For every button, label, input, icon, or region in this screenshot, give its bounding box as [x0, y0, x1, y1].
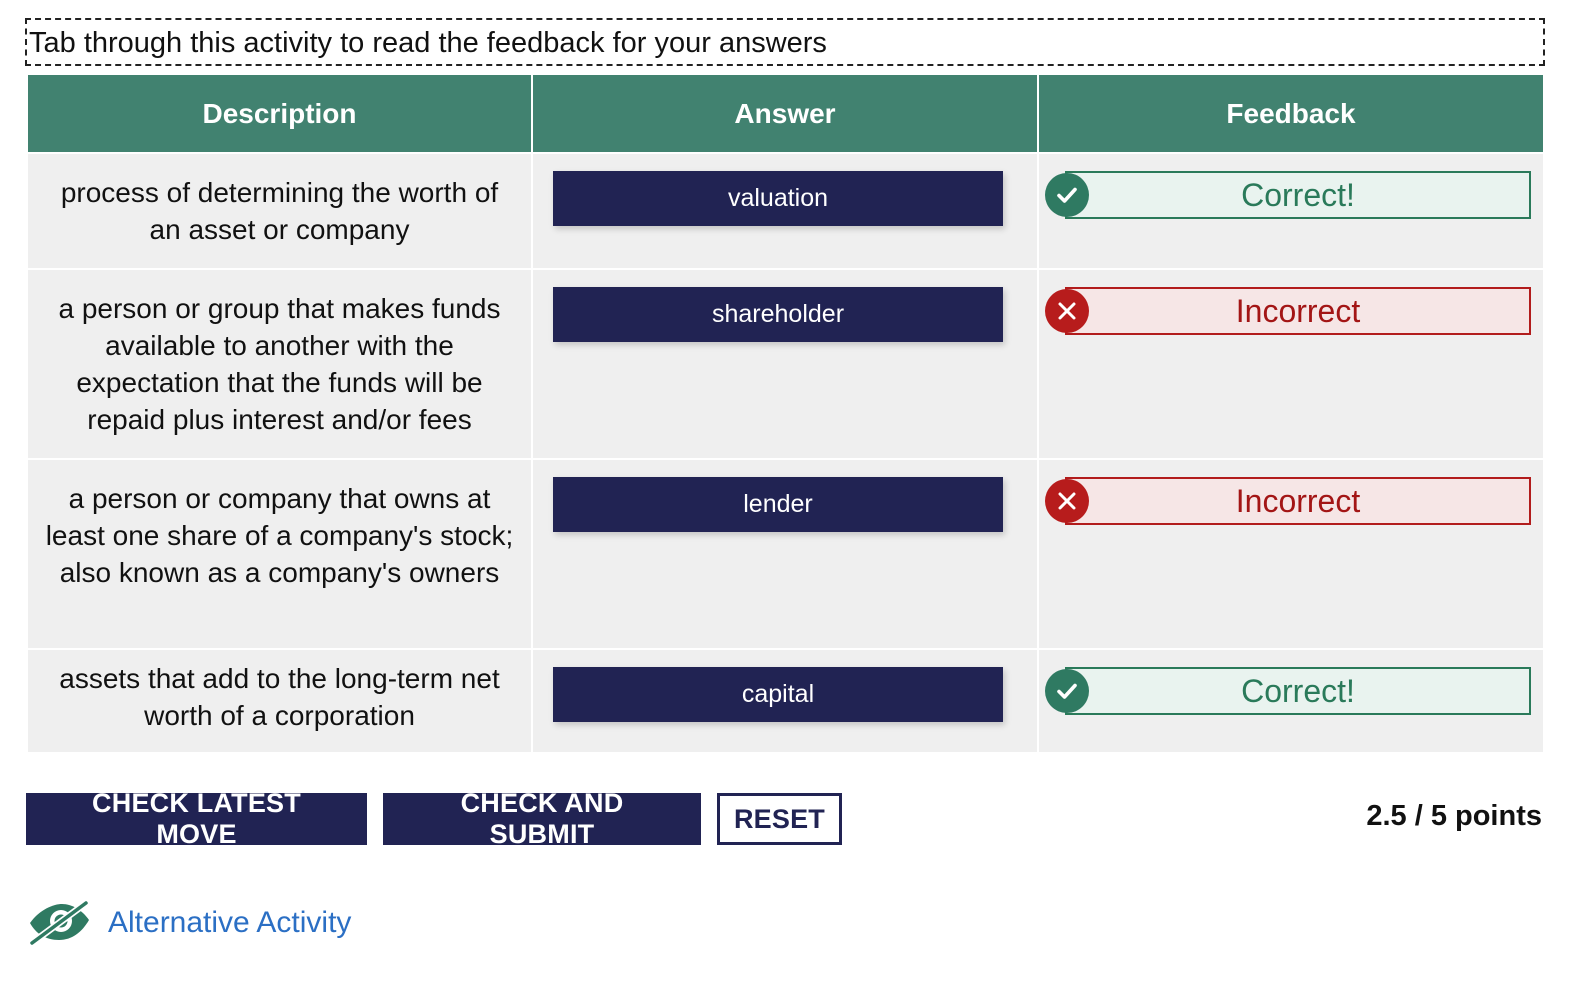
feedback-incorrect: Incorrect [1065, 477, 1531, 525]
answer-cell: shareholder [533, 270, 1037, 458]
header-feedback: Feedback [1039, 75, 1543, 152]
feedback-incorrect: Incorrect [1065, 287, 1531, 335]
check-circle-icon [1045, 173, 1089, 217]
x-circle-icon [1045, 479, 1089, 523]
answer-tile[interactable]: capital [553, 667, 1003, 722]
feedback-cell: Correct! [1039, 154, 1543, 268]
x-circle-icon [1045, 289, 1089, 333]
instructions-banner: Tab through this activity to read the fe… [25, 18, 1545, 66]
reset-button[interactable]: RESET [717, 793, 842, 845]
answer-cell: valuation [533, 154, 1037, 268]
check-circle-icon [1045, 669, 1089, 713]
feedback-correct: Correct! [1065, 667, 1531, 715]
answer-tile[interactable]: shareholder [553, 287, 1003, 342]
description-text: process of determining the worth of an a… [60, 177, 499, 245]
answer-tile[interactable]: valuation [553, 171, 1003, 226]
alternative-activity-link[interactable]: Alternative Activity [108, 906, 351, 940]
action-bar: CHECK LATEST MOVE CHECK AND SUBMIT RESET [26, 788, 842, 849]
feedback-correct: Correct! [1065, 171, 1531, 219]
answer-cell: capital [533, 650, 1037, 752]
description-cell: a person or group that makes funds avail… [28, 270, 531, 458]
eye-slash-icon [28, 900, 90, 946]
answer-tile[interactable]: lender [553, 477, 1003, 532]
header-answer: Answer [533, 75, 1037, 152]
answer-cell: lender [533, 460, 1037, 648]
description-cell: process of determining the worth of an a… [28, 154, 531, 268]
description-text: a person or group that makes funds avail… [58, 293, 501, 435]
check-latest-move-button[interactable]: CHECK LATEST MOVE [26, 788, 367, 849]
feedback-cell: Incorrect [1039, 270, 1543, 458]
alternative-activity[interactable]: Alternative Activity [26, 900, 351, 946]
description-text: assets that add to the long-term net wor… [59, 663, 500, 731]
description-cell: assets that add to the long-term net wor… [28, 650, 531, 752]
check-and-submit-button[interactable]: CHECK AND SUBMIT [383, 788, 701, 849]
feedback-cell: Incorrect [1039, 460, 1543, 648]
description-text: a person or company that owns at least o… [45, 483, 514, 588]
feedback-cell: Correct! [1039, 650, 1543, 752]
description-cell: a person or company that owns at least o… [28, 460, 531, 648]
header-description: Description [28, 75, 531, 152]
score-points: 2.5 / 5 points [1366, 800, 1542, 832]
matching-table: Description Answer Feedback process of d… [28, 75, 1543, 752]
